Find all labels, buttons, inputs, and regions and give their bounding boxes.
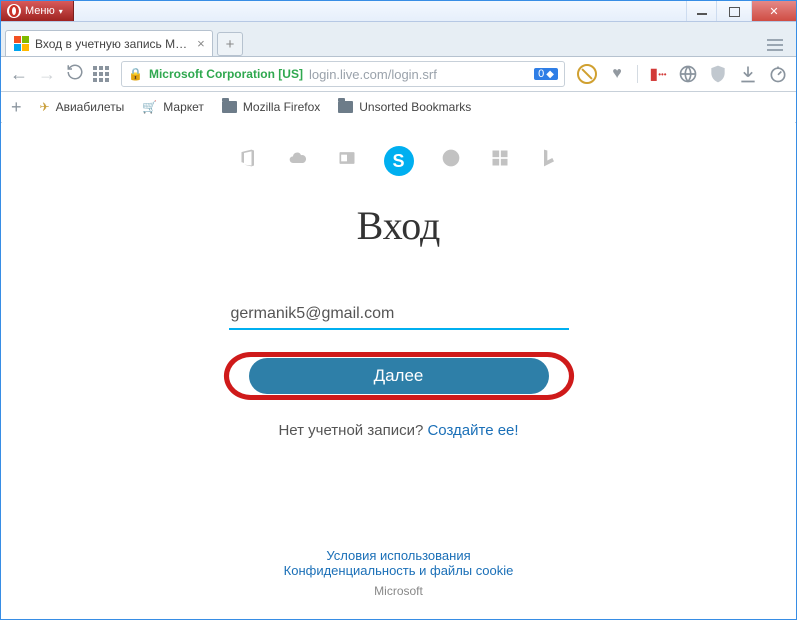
heading-text: Вход — [357, 203, 441, 248]
outlook-icon[interactable] — [335, 146, 359, 170]
footer-privacy-link[interactable]: Конфиденциальность и файлы cookie — [284, 563, 514, 578]
tab-strip: Вход в учетную запись M… × + — [1, 22, 796, 57]
next-button-label: Далее — [374, 366, 424, 386]
skype-icon[interactable]: S — [384, 146, 414, 176]
nav-back-button[interactable]: ← — [9, 64, 29, 85]
bookmark-mozilla[interactable]: Mozilla Firefox — [222, 100, 320, 114]
bookmark-label: Unsorted Bookmarks — [359, 100, 471, 114]
opera-menu-label: Меню — [25, 5, 55, 17]
new-tab-button[interactable]: + — [217, 32, 243, 56]
bookmark-label: Авиабилеты — [56, 100, 125, 114]
email-field-wrap — [229, 304, 569, 330]
browser-menu-button[interactable] — [762, 34, 792, 56]
tracker-badge[interactable]: 0 ◆ — [534, 68, 558, 80]
bookmark-unsorted[interactable]: Unsorted Bookmarks — [338, 100, 471, 114]
block-icon[interactable] — [577, 64, 597, 84]
shield-icon: ◆ — [546, 69, 554, 80]
favorite-heart-icon[interactable]: ♥ — [607, 64, 627, 84]
bookmark-label: Маркет — [163, 100, 204, 114]
no-account-text: Нет учетной записи? — [278, 422, 423, 439]
create-account-link[interactable]: Создайте ее! — [427, 422, 518, 439]
next-button[interactable]: Далее — [249, 358, 549, 394]
extension-panel-icon[interactable] — [678, 64, 698, 84]
tab-close-button[interactable]: × — [197, 36, 205, 51]
bing-icon[interactable] — [537, 146, 561, 170]
window-titlebar: Меню ▾ ✕ — [1, 1, 796, 22]
no-account-row: Нет учетной записи? Создайте ее! — [229, 422, 569, 439]
windows-icon[interactable] — [488, 146, 512, 170]
opera-menu-button[interactable]: Меню ▾ — [1, 1, 74, 21]
bookmark-aviabilety[interactable]: ✈ Авиабилеты — [40, 100, 125, 114]
address-bar[interactable]: 🔒 Microsoft Corporation [US] login.live.… — [121, 61, 565, 87]
tab-title: Вход в учетную запись M… — [35, 37, 187, 51]
extension-lastpass-icon[interactable]: ▮••• — [648, 64, 668, 84]
separator — [637, 65, 638, 83]
turbo-icon[interactable] — [768, 64, 788, 84]
bookmark-add-button[interactable]: + — [11, 97, 22, 118]
email-field[interactable] — [229, 304, 573, 324]
tracker-badge-count: 0 — [538, 68, 544, 80]
microsoft-favicon-icon — [14, 36, 29, 51]
opera-logo-icon — [7, 4, 21, 18]
page-content: S Вход Далее Нет учетной записи? Создайт… — [2, 118, 795, 618]
extension-shield-icon[interactable] — [708, 64, 728, 84]
folder-icon — [338, 101, 353, 113]
bookmark-label: Mozilla Firefox — [243, 100, 320, 114]
downloads-icon[interactable] — [738, 64, 758, 84]
microsoft-services-icons: S — [2, 146, 795, 176]
browser-tab-active[interactable]: Вход в учетную запись M… × — [5, 30, 213, 56]
plane-icon: ✈ — [40, 100, 50, 114]
page-footer: Условия использования Конфиденциальность… — [2, 548, 795, 598]
xbox-icon[interactable] — [439, 146, 463, 170]
site-identity-org: Microsoft Corporation [US] — [149, 67, 303, 81]
nav-forward-button[interactable]: → — [37, 64, 57, 85]
footer-terms-link[interactable]: Условия использования — [326, 548, 470, 563]
office-icon[interactable] — [237, 146, 261, 170]
folder-icon — [222, 101, 237, 113]
window-minimize-button[interactable] — [686, 1, 716, 21]
footer-company: Microsoft — [2, 584, 795, 598]
chevron-down-icon: ▾ — [59, 7, 63, 16]
login-form: Далее Нет учетной записи? Создайте ее! — [229, 304, 569, 439]
onedrive-icon[interactable] — [286, 146, 310, 170]
window-frame: Меню ▾ ✕ Вход в учетную запись M… × + ← … — [0, 0, 797, 620]
speed-dial-button[interactable] — [93, 66, 113, 82]
address-url: login.live.com/login.srf — [309, 67, 528, 82]
lock-icon: 🔒 — [128, 67, 143, 81]
bookmark-market[interactable]: 🛒 Маркет — [142, 100, 204, 114]
window-close-button[interactable]: ✕ — [751, 1, 796, 21]
page-heading: Вход — [2, 202, 795, 249]
cart-icon: 🛒 — [142, 100, 157, 114]
nav-reload-button[interactable] — [65, 63, 85, 86]
nav-bar: ← → 🔒 Microsoft Corporation [US] login.l… — [1, 57, 796, 92]
window-maximize-button[interactable] — [716, 1, 751, 21]
